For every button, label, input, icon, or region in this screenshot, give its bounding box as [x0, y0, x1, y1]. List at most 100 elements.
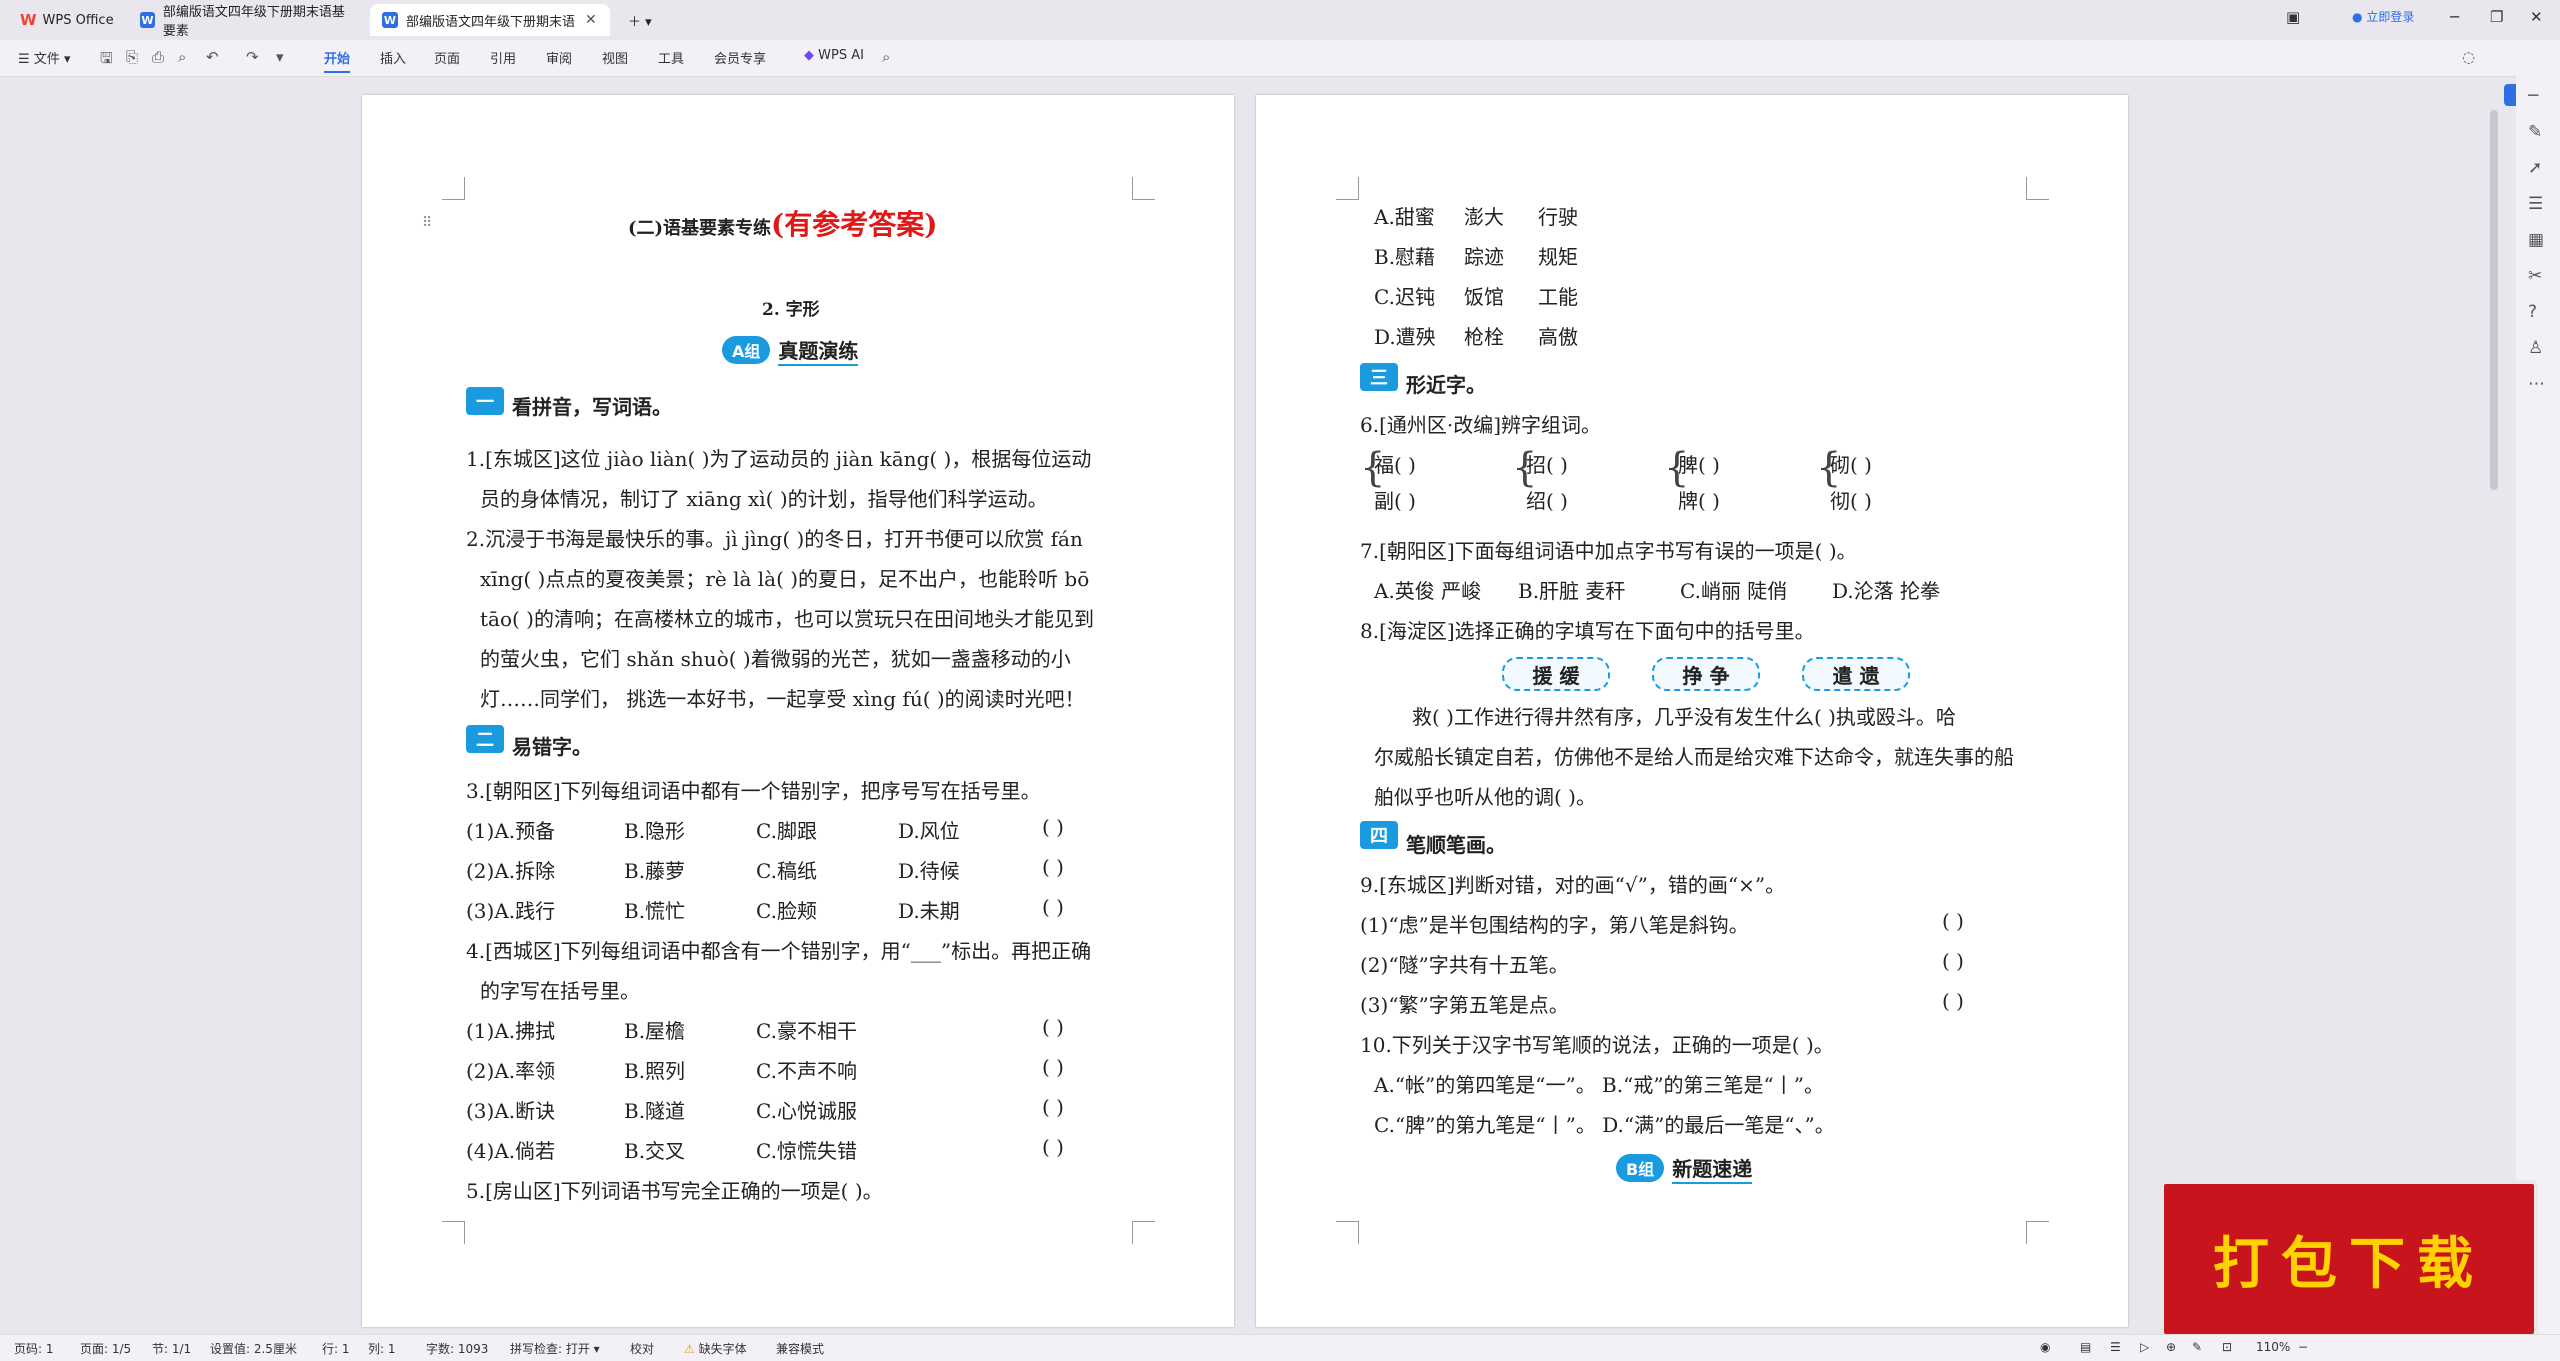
q3-option: B.隐形 — [624, 819, 686, 843]
q7-option: B.肝脏 麦秆 — [1518, 579, 1626, 603]
group-a-header: A组 真题演练 — [722, 335, 859, 366]
image-icon[interactable]: ▦ — [2528, 230, 2544, 250]
q4-line-1: 4.[西城区]下列每组词语中都含有一个错别字，用“___”标出。再把正确 — [466, 939, 1092, 963]
tab-wps-label: WPS Office — [42, 12, 114, 28]
q5-word: A.甜蜜 — [1374, 205, 1435, 229]
menu-page[interactable]: 页面 — [434, 48, 460, 67]
missing-font-label: 缺失字体 — [698, 1342, 747, 1356]
help-icon[interactable]: ? — [2528, 302, 2537, 322]
q6-text: 6.[通州区·改编]辨字组词。 — [1360, 413, 1602, 437]
status-section: 节: 1/1 — [152, 1342, 192, 1356]
close-window-icon[interactable]: ✕ — [2530, 8, 2543, 26]
zoom-level[interactable]: 110% — [2256, 1340, 2290, 1354]
group-a-title: 真题演练 — [778, 335, 859, 366]
edit-icon[interactable]: ✎ — [2192, 1340, 2202, 1354]
file-menu-label: 文件 — [33, 52, 60, 67]
restore-icon[interactable]: ❐ — [2490, 8, 2503, 26]
zoom-out-icon[interactable]: − — [2298, 1340, 2308, 1354]
q8-word-box: 援 缓 — [1502, 657, 1610, 691]
tab-wps-office[interactable]: W WPS Office — [8, 4, 126, 36]
outline-view-icon[interactable]: ☰ — [2110, 1340, 2121, 1354]
save-icon[interactable]: 🖫 — [100, 48, 113, 73]
page-1: ⠿ (二)语基要素专练(有参考答案) 2. 字形 A组 真题演练 一 看拼音，写… — [362, 95, 1234, 1327]
fit-icon[interactable]: ⊡ — [2222, 1340, 2232, 1354]
q1-line-2: 员的身体情况，制订了 xiāng xì( )的计划，指导他们科学运动。 — [480, 487, 1048, 511]
wps-ai-button[interactable]: ◆ WPS AI — [804, 48, 864, 63]
new-tab-button[interactable]: ＋ ▾ — [616, 4, 664, 36]
print-icon[interactable]: ⎙ — [152, 48, 164, 66]
tab-doc1[interactable]: W 部编版语文四年级下册期末语基要素 — [128, 4, 368, 39]
minimize-icon[interactable]: ─ — [2450, 8, 2459, 26]
drag-handle-icon[interactable]: ⠿ — [422, 215, 432, 231]
q5-word: 高傲 — [1538, 325, 1578, 349]
q3-text: 3.[朝阳区]下列每组词语中都有一个错别字，把序号写在括号里。 — [466, 779, 1041, 803]
more-icon[interactable]: ▾ — [276, 48, 284, 66]
pen-icon[interactable]: ✎ — [2528, 122, 2542, 142]
q7-option: D.沦落 抡拳 — [1832, 579, 1941, 603]
corner-mark — [442, 177, 465, 200]
corner-mark — [1132, 177, 1155, 200]
shirt-icon[interactable]: ♙ — [2528, 338, 2543, 358]
right-sidebar: ─ ✎ ➚ ☰ ▦ ✂ ? ♙ ⋯ — [2516, 76, 2560, 1334]
file-menu[interactable]: ☰ 文件 ▾ — [18, 48, 70, 67]
q4-option: B.隧道 — [624, 1099, 686, 1123]
preview-icon[interactable]: ⌕ — [178, 48, 186, 66]
menu-member[interactable]: 会员专享 — [714, 48, 766, 67]
vertical-scrollbar[interactable] — [2490, 110, 2498, 490]
q7-option: A.英俊 严峻 — [1374, 579, 1482, 603]
menu-reference[interactable]: 引用 — [490, 48, 516, 67]
q3-option: D.风位 — [898, 819, 960, 843]
q5-word: 踪迹 — [1464, 245, 1504, 269]
group-b-header: B组 新题速递 — [1616, 1153, 1753, 1184]
corner-mark — [442, 1221, 465, 1244]
tab-doc2[interactable]: W 部编版语文四年级下册期末语 ✕ — [370, 4, 610, 36]
undo-icon[interactable]: ↶ — [206, 48, 219, 66]
login-link[interactable]: ● 立即登录 — [2352, 8, 2414, 25]
menu-tools[interactable]: 工具 — [658, 48, 684, 67]
status-page: 页码: 1 — [14, 1342, 54, 1356]
comment-icon[interactable]: ◌ — [2462, 48, 2475, 66]
eye-icon[interactable]: ◉ — [2040, 1340, 2050, 1354]
menu-insert[interactable]: 插入 — [380, 48, 406, 67]
export-icon[interactable]: ⎘ — [126, 48, 138, 66]
play-icon[interactable]: ▷ — [2140, 1340, 2149, 1354]
download-promo-banner[interactable]: 打包下载 — [2160, 1180, 2538, 1338]
proof-button[interactable]: 校对 — [630, 1340, 654, 1357]
search-icon[interactable]: ⌕ — [882, 48, 890, 66]
close-tab-icon[interactable]: ✕ — [585, 12, 597, 28]
collapse-icon[interactable]: ─ — [2528, 86, 2538, 106]
answer-bracket: ( ) — [1042, 1095, 1064, 1119]
q4-option: B.屋檐 — [624, 1019, 686, 1043]
ai-icon: ◆ — [804, 48, 814, 63]
q5-word: 枪栓 — [1464, 325, 1504, 349]
q5-word: 行驶 — [1538, 205, 1578, 229]
q3-option: C.稿纸 — [756, 859, 817, 883]
q4-option: C.心悦诚服 — [756, 1099, 857, 1123]
q8-passage-line: 舶似乎也听从他的调( )。 — [1374, 785, 1596, 809]
corner-mark — [1336, 177, 1359, 200]
answer-bracket: ( ) — [1042, 1055, 1064, 1079]
group-a-badge: A组 — [722, 336, 771, 364]
q2-line-1: 2.沉浸于书海是最快乐的事。jì jìng( )的冬日，打开书便可以欣赏 fán — [466, 527, 1083, 551]
menu-start[interactable]: 开始 — [324, 48, 351, 73]
q3-option: B.慌忙 — [624, 899, 686, 923]
page-view-icon[interactable]: ▤ — [2080, 1340, 2091, 1354]
web-view-icon[interactable]: ⊕ — [2166, 1340, 2176, 1354]
sliders-icon[interactable]: ☰ — [2528, 194, 2543, 214]
q6-char: 副( ) — [1374, 489, 1416, 513]
tools-icon[interactable]: ✂ — [2528, 266, 2542, 286]
menu-view[interactable]: 视图 — [602, 48, 628, 67]
q3-option: D.待候 — [898, 859, 960, 883]
window-layout-icon[interactable]: ▣ — [2286, 8, 2300, 26]
status-words: 字数: 1093 — [426, 1342, 489, 1356]
user-icon: ● — [2352, 10, 2363, 24]
q4-option: C.惊慌失错 — [756, 1139, 857, 1163]
more-dots-icon[interactable]: ⋯ — [2528, 374, 2545, 394]
cursor-icon[interactable]: ➚ — [2528, 158, 2542, 178]
missing-font-button[interactable]: ⚠ 缺失字体 — [684, 1340, 747, 1357]
menu-review[interactable]: 审阅 — [546, 48, 572, 67]
q6-char: 砌( ) — [1830, 453, 1872, 477]
q5-word: D.遭殃 — [1374, 325, 1436, 349]
spell-check-toggle[interactable]: 拼写检查: 打开 ▾ — [510, 1340, 600, 1357]
redo-icon[interactable]: ↷ — [246, 48, 259, 66]
